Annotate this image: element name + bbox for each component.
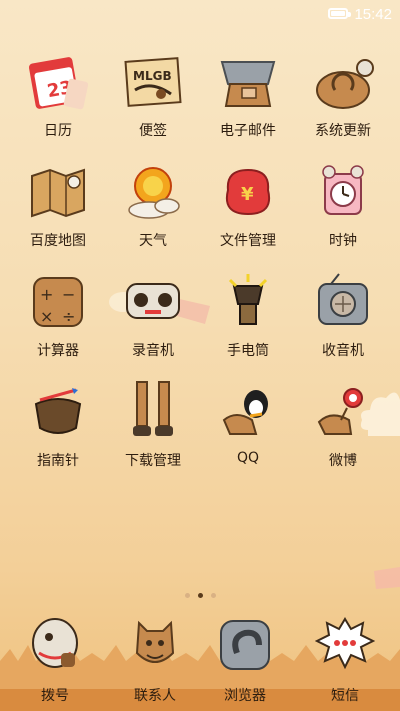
recorder-icon [126, 283, 180, 319]
calendar-icon: 23 [28, 57, 89, 110]
clock-icon [322, 165, 364, 215]
app-radio[interactable]: 收音机 [295, 270, 391, 374]
app-label: 电子邮件 [220, 123, 276, 139]
app-label: 便签 [139, 123, 167, 139]
app-qq[interactable]: QQ [200, 380, 296, 484]
svg-text:÷: ÷ [62, 307, 75, 326]
app-label: 微博 [329, 453, 357, 469]
notes-icon: MLGB [124, 57, 182, 107]
app-label: 时钟 [329, 233, 357, 249]
app-calendar[interactable]: 23 日历 [10, 50, 106, 154]
app-label: 文件管理 [220, 233, 276, 249]
dock-label: 拨号 [41, 688, 69, 704]
app-label: 计算器 [37, 343, 79, 359]
app-label: 下载管理 [125, 453, 181, 469]
dock-label: 短信 [331, 688, 359, 704]
file-manager-icon: ¥ [226, 168, 270, 216]
app-file-manager[interactable]: ¥ 文件管理 [200, 160, 296, 264]
dock: 拨号 联系人 浏览器 短信 [0, 611, 400, 711]
dock-label: 浏览器 [224, 688, 266, 704]
app-weibo[interactable]: 微博 [295, 380, 391, 484]
svg-text:×: × [40, 307, 53, 326]
app-label: 收音机 [322, 343, 364, 359]
radio-icon [318, 273, 368, 325]
dock-browser[interactable]: 浏览器 [200, 613, 290, 711]
app-system-update[interactable]: 系统更新 [295, 50, 391, 154]
dock-contacts[interactable]: 联系人 [110, 613, 200, 711]
page-dot[interactable] [210, 593, 216, 598]
svg-text:MLGB: MLGB [133, 69, 172, 83]
weibo-icon [317, 388, 363, 435]
app-weather[interactable]: 天气 [105, 160, 201, 264]
app-flashlight[interactable]: 手电筒 [200, 270, 296, 374]
app-label: 指南针 [37, 453, 79, 469]
messages-icon [315, 617, 375, 670]
svg-text:+: + [40, 285, 53, 304]
dock-dialer[interactable]: 拨号 [10, 613, 100, 711]
app-label: 录音机 [132, 343, 174, 359]
browser-icon [220, 620, 270, 670]
map-icon [31, 168, 85, 218]
status-time: 15:42 [354, 6, 392, 23]
svg-text:¥: ¥ [241, 184, 254, 205]
app-recorder[interactable]: 录音机 [105, 270, 201, 374]
email-icon [220, 61, 276, 107]
dock-messages[interactable]: 短信 [300, 613, 390, 711]
flashlight-icon [228, 274, 268, 325]
weather-icon [128, 167, 180, 219]
app-calculator[interactable]: + − × ÷ 计算器 [10, 270, 106, 374]
status-bar: 15:42 [0, 0, 400, 28]
app-label: 系统更新 [315, 123, 371, 139]
battery-icon [328, 8, 351, 19]
app-compass[interactable]: 指南针 [10, 380, 106, 484]
calculator-icon: + − × ÷ [33, 277, 83, 327]
download-manager-icon [133, 381, 173, 436]
app-notes[interactable]: MLGB 便签 [105, 50, 201, 154]
app-download-manager[interactable]: 下载管理 [105, 380, 201, 484]
contacts-icon [135, 620, 175, 663]
phone-dialer-icon [32, 618, 78, 668]
app-email[interactable]: 电子邮件 [200, 50, 296, 154]
app-label: 天气 [139, 233, 167, 249]
app-label: 手电筒 [227, 343, 269, 359]
system-update-icon [316, 59, 374, 109]
page-dot[interactable] [184, 593, 190, 598]
app-label: 百度地图 [30, 233, 86, 249]
app-baidu-map[interactable]: 百度地图 [10, 160, 106, 264]
qq-icon [222, 390, 268, 435]
page-dot-current[interactable] [197, 593, 203, 598]
app-clock[interactable]: 时钟 [295, 160, 391, 264]
app-label: 日历 [44, 123, 72, 139]
dock-label: 联系人 [134, 688, 176, 704]
svg-text:−: − [62, 285, 75, 304]
app-label: QQ [236, 450, 260, 466]
page-indicator [0, 585, 400, 598]
compass-icon [34, 388, 82, 434]
